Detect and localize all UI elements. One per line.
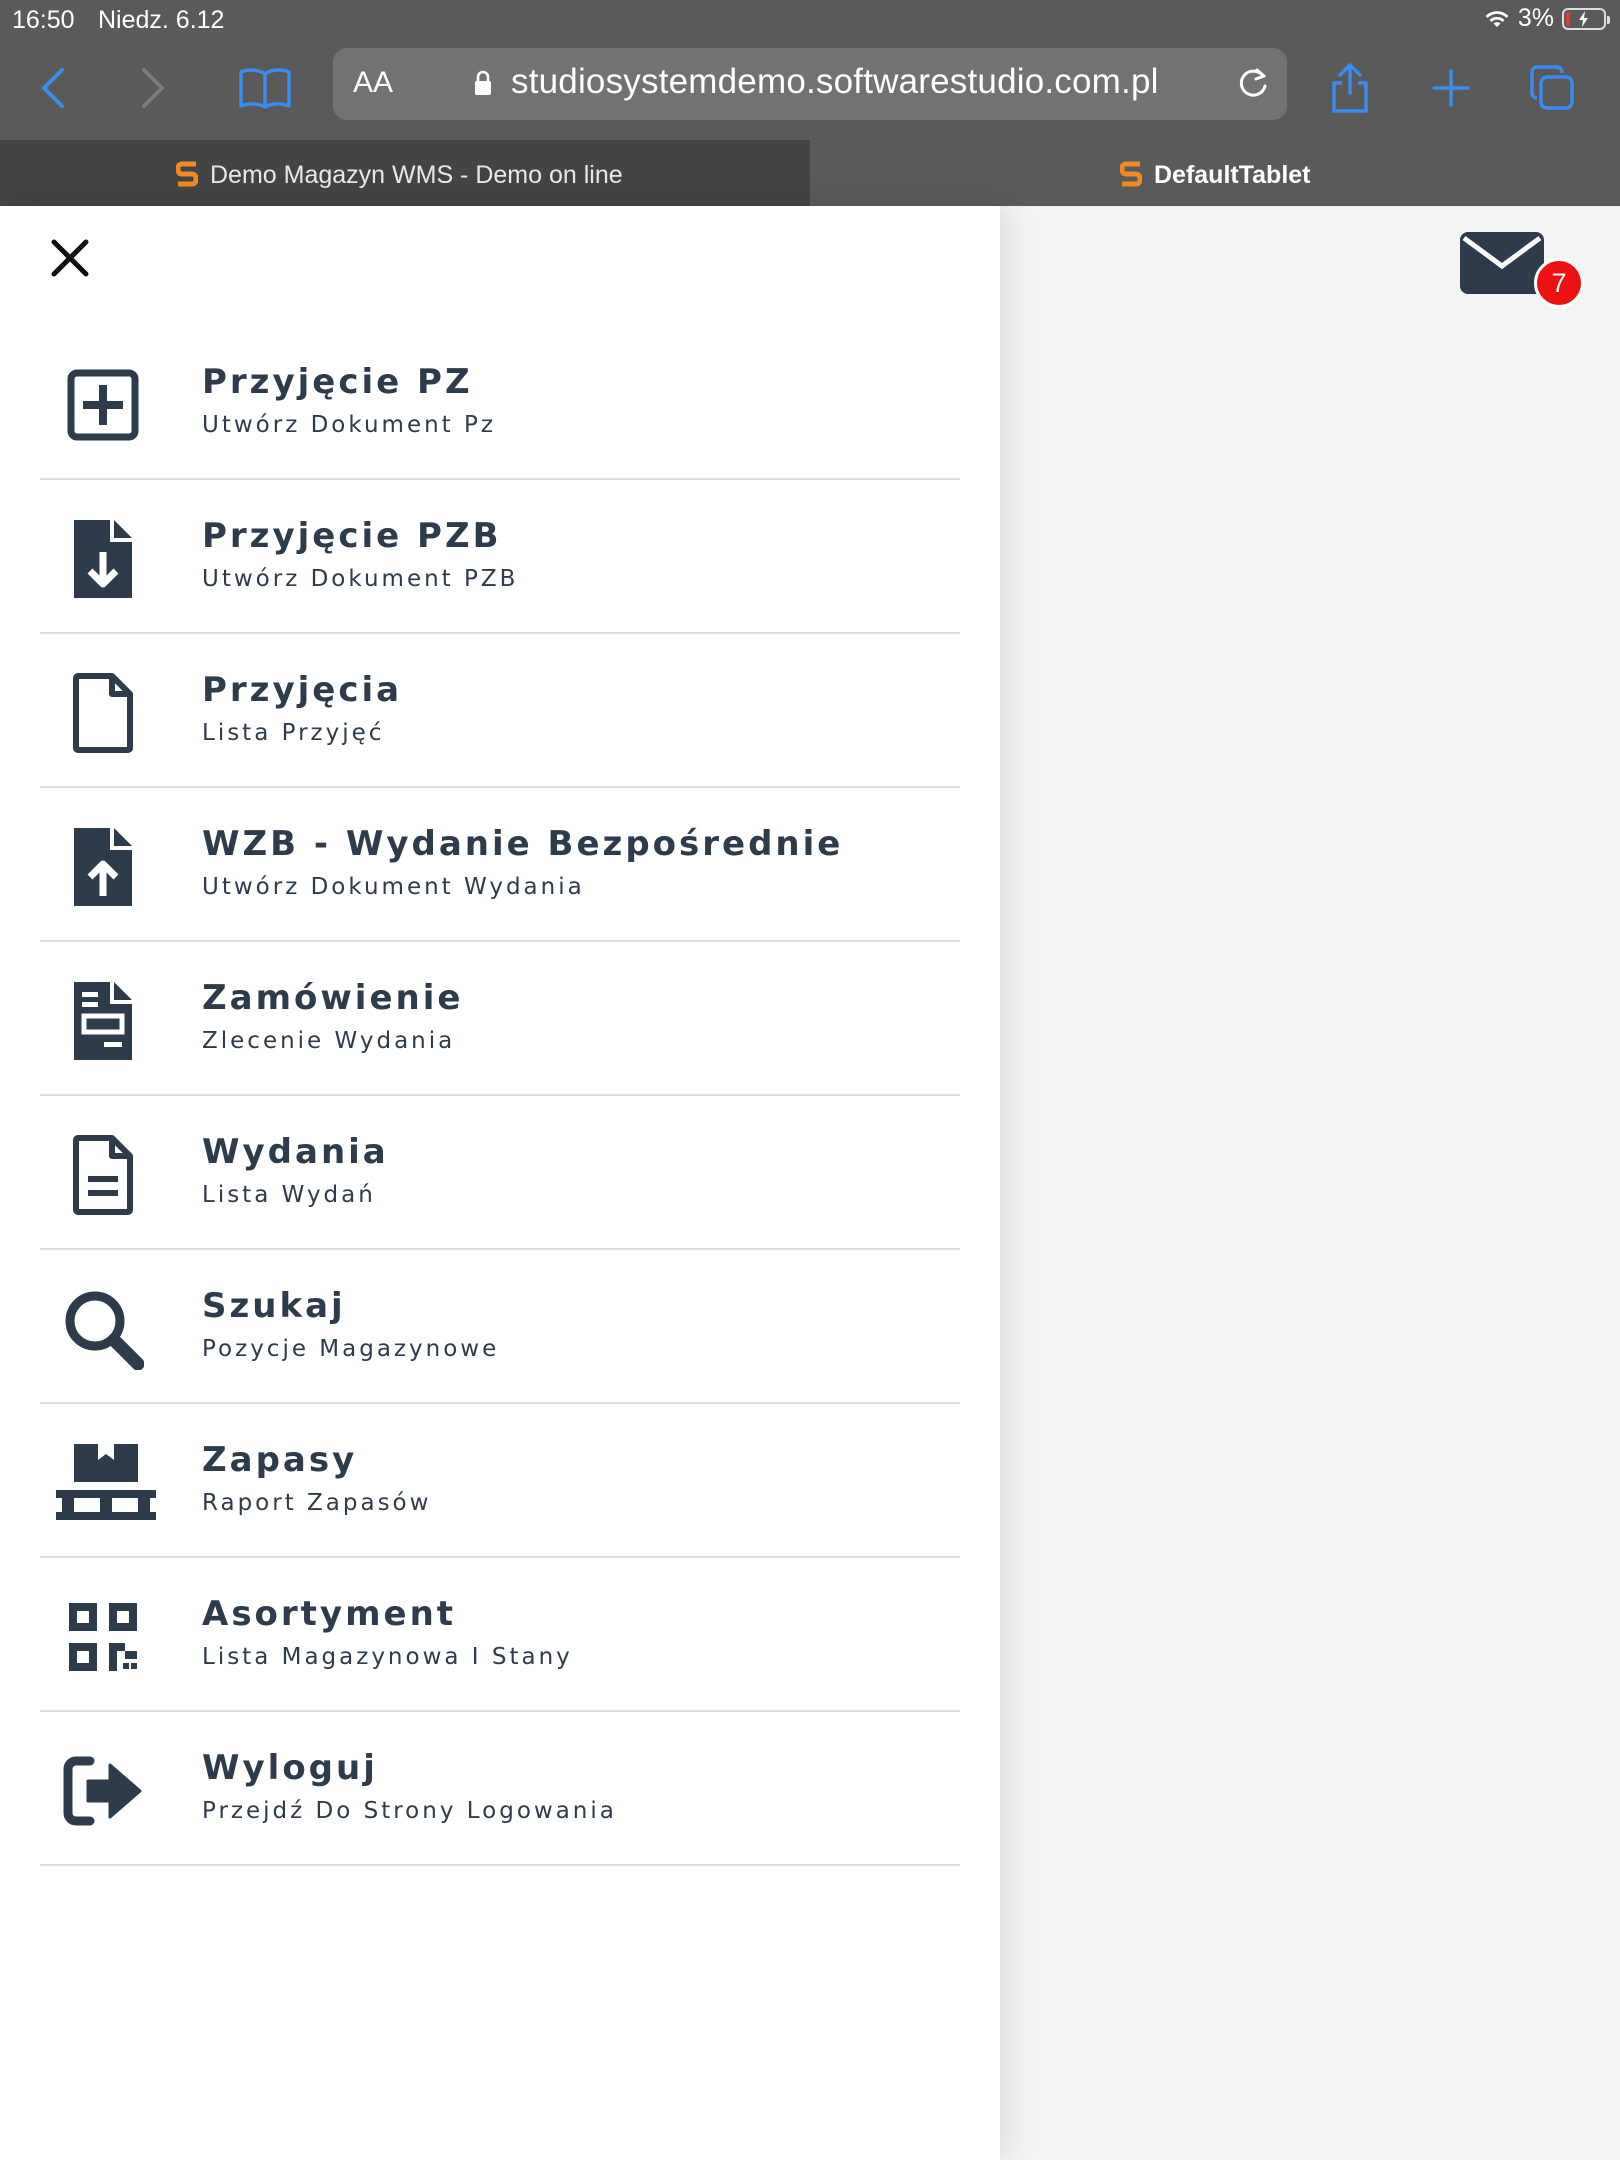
menu-item-title: Zamówienie (202, 978, 464, 1018)
reload-icon[interactable] (1233, 64, 1273, 104)
menu-item-zapasy[interactable]: Zapasy Raport Zapasów (40, 1404, 960, 1558)
file-alt-icon (60, 1132, 146, 1218)
new-tab-button[interactable] (1430, 58, 1472, 118)
softwarestudio-logo-icon (1120, 161, 1142, 187)
wifi-icon (1485, 10, 1509, 27)
pallet-icon (54, 1440, 158, 1526)
menu-item-przyjecie-pzb[interactable]: Przyjęcie PZB Utwórz Dokument PZB (40, 480, 960, 634)
search-icon (60, 1286, 146, 1372)
menu-item-subtitle: Raport Zapasów (202, 1490, 432, 1516)
tab-demo-magazyn[interactable]: Demo Magazyn WMS - Demo on line (0, 140, 810, 206)
file-invoice-icon (60, 978, 146, 1064)
menu-item-subtitle: Utwórz Dokument Wydania (202, 874, 585, 900)
menu-item-subtitle: Zlecenie Wydania (202, 1028, 456, 1054)
notification-badge: 7 (1534, 258, 1584, 308)
status-right: 3% (1484, 4, 1610, 33)
qrcode-icon (60, 1594, 146, 1680)
menu-item-subtitle: Pozycje Magazynowe (202, 1336, 500, 1362)
battery-percent: 3% (1517, 4, 1554, 32)
menu-item-subtitle: Lista Przyjęć (202, 720, 385, 746)
menu-item-subtitle: Utwórz Dokument PZB (202, 566, 519, 592)
tabs-icon (1530, 65, 1574, 110)
menu-item-title: Przyjęcia (202, 670, 403, 710)
address-bar[interactable]: AA studiosystemdemo.softwarestudio.com.p… (333, 48, 1287, 120)
back-button[interactable] (38, 58, 68, 118)
file-upload-icon (60, 824, 146, 910)
file-icon (60, 670, 146, 756)
sign-out-icon (60, 1748, 146, 1834)
envelope-icon (1460, 232, 1544, 294)
battery-icon (1562, 7, 1610, 30)
menu-item-subtitle: Lista Magazynowa I Stany (202, 1644, 573, 1670)
share-button[interactable] (1328, 58, 1372, 118)
tab-label: Demo Magazyn WMS - Demo on line (210, 160, 623, 189)
tabs-overview-button[interactable] (1528, 58, 1576, 118)
status-date: Niedz. 6.12 (98, 6, 225, 34)
menu-item-wydania[interactable]: Wydania Lista Wydań (40, 1096, 960, 1250)
menu-item-title: Przyjęcie PZ (202, 362, 473, 402)
menu-item-title: Zapasy (202, 1440, 358, 1480)
text-size-button[interactable]: AA (353, 66, 393, 100)
softwarestudio-logo-icon (176, 161, 198, 187)
menu-item-przyjecia[interactable]: Przyjęcia Lista Przyjęć (40, 634, 960, 788)
menu-list: Przyjęcie PZ Utwórz Dokument Pz Przyjęci… (40, 326, 960, 1866)
menu-item-przyjecie-pz[interactable]: Przyjęcie PZ Utwórz Dokument Pz (40, 326, 960, 480)
status-bar: 16:50 Niedz. 6.12 3% (0, 0, 1620, 40)
menu-item-subtitle: Lista Wydań (202, 1182, 376, 1208)
menu-item-subtitle: Utwórz Dokument Pz (202, 412, 496, 438)
url-text: studiosystemdemo.softwarestudio.com.pl (511, 62, 1159, 101)
menu-item-title: Wyloguj (202, 1748, 378, 1788)
side-menu: Przyjęcie PZ Utwórz Dokument Pz Przyjęci… (0, 206, 1000, 2160)
menu-item-zamowienie[interactable]: Zamówienie Zlecenie Wydania (40, 942, 960, 1096)
menu-item-asortyment[interactable]: Asortyment Lista Magazynowa I Stany (40, 1558, 960, 1712)
menu-item-szukaj[interactable]: Szukaj Pozycje Magazynowe (40, 1250, 960, 1404)
menu-item-title: Szukaj (202, 1286, 346, 1326)
tab-bar: Demo Magazyn WMS - Demo on line DefaultT… (0, 140, 1620, 206)
book-icon (239, 68, 291, 109)
menu-item-title: Wydania (202, 1132, 389, 1172)
menu-item-wyloguj[interactable]: Wyloguj Przejdź Do Strony Logowania (40, 1712, 960, 1866)
plus-square-icon (60, 362, 146, 448)
tab-label: DefaultTablet (1154, 160, 1311, 189)
file-download-icon (60, 516, 146, 602)
close-icon (51, 239, 89, 277)
menu-item-title: Przyjęcie PZB (202, 516, 502, 556)
menu-item-title: Asortyment (202, 1594, 457, 1634)
chevron-right-icon (142, 68, 164, 108)
page-content: 7 Przyjęcie PZ Utwórz Dokument Pz Przyję… (0, 206, 1620, 2160)
bookmarks-button[interactable] (238, 58, 292, 118)
forward-button[interactable] (138, 58, 168, 118)
chevron-left-icon (42, 68, 64, 108)
messages-button[interactable] (1460, 232, 1544, 294)
share-icon (1332, 63, 1368, 113)
menu-item-wzb[interactable]: WZB - Wydanie Bezpośrednie Utwórz Dokume… (40, 788, 960, 942)
menu-item-subtitle: Przejdź Do Strony Logowania (202, 1798, 617, 1824)
close-menu-button[interactable] (48, 236, 92, 280)
menu-item-title: WZB - Wydanie Bezpośrednie (202, 824, 844, 864)
lock-icon (475, 70, 491, 95)
plus-icon (1432, 69, 1470, 107)
status-time: 16:50 (12, 6, 75, 34)
tab-default-tablet[interactable]: DefaultTablet (810, 140, 1620, 206)
